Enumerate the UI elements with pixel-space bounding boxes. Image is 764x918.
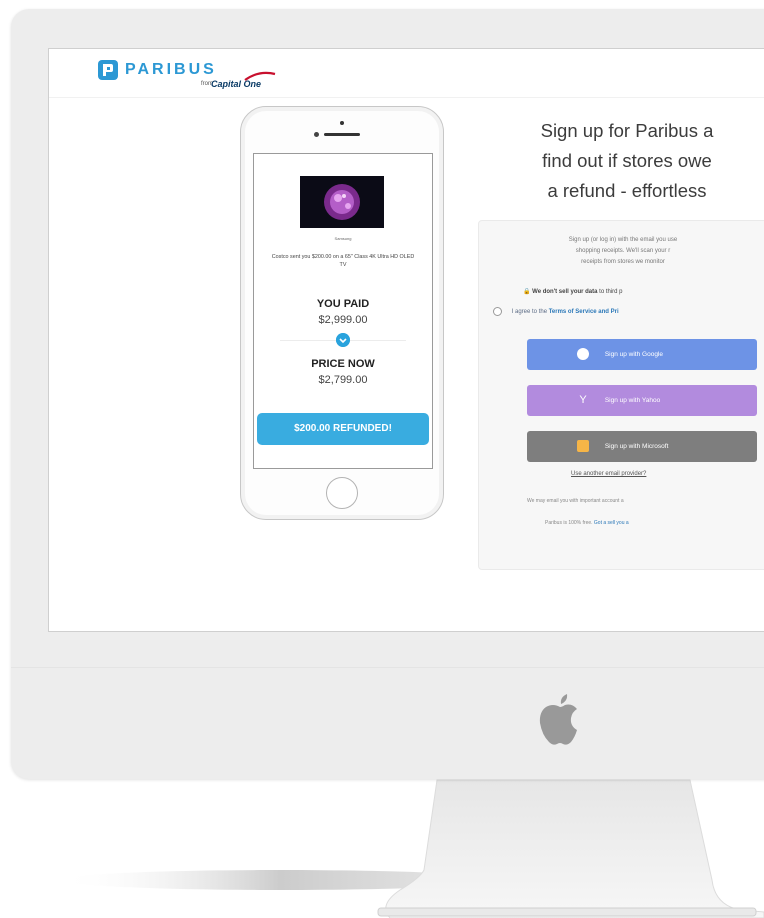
intro-line: receipts from stores we monitor	[581, 259, 665, 265]
headline-line: a refund - effortless	[547, 180, 707, 201]
imac-chin-divider	[11, 667, 764, 668]
product-caption: Samsung	[334, 236, 352, 241]
privacy-rest: to third p	[599, 289, 623, 295]
signup-panel: Sign up (or log in) with the email you u…	[478, 220, 764, 570]
apple-logo-icon	[539, 694, 577, 745]
you-paid-label: YOU PAID	[316, 298, 370, 310]
google-icon	[577, 348, 589, 361]
refunded-banner: $200.00 REFUNDED!	[257, 413, 429, 445]
paribus-logo[interactable]: PARIBUS from Capital One	[97, 59, 287, 95]
capital-one-swoosh-icon	[244, 71, 276, 81]
privacy-note: 🔒 We don't sell your data to third p	[523, 288, 623, 295]
microsoft-button-label: Sign up with Microsoft	[604, 443, 669, 450]
terms-link[interactable]: Terms of Service and Pri	[549, 309, 619, 315]
signup-intro: Sign up (or log in) with the email you u…	[493, 235, 753, 268]
paribus-logo-icon	[98, 60, 118, 80]
google-button-label: Sign up with Google	[604, 351, 663, 358]
phone-mockup: Samsung Costco sent you $200.00 on a 65"…	[240, 106, 444, 520]
other-email-link[interactable]: Use another email provider?	[571, 471, 646, 477]
google-signup-button[interactable]: Sign up with Google	[527, 339, 757, 370]
footer-link[interactable]: Got a sell you a	[594, 520, 629, 526]
tv-product-image	[300, 176, 384, 228]
microsoft-signup-button[interactable]: Sign up with Microsoft	[527, 431, 757, 462]
terms-agreement: I agree to the Terms of Service and Pri	[493, 307, 619, 316]
free-note: Paribus is 100% free.	[545, 520, 593, 526]
phone-screen: Samsung Costco sent you $200.00 on a 65"…	[253, 153, 433, 469]
refund-description: Costco sent you $200.00 on a 65" Class 4…	[271, 254, 415, 268]
privacy-bold: We don't sell your data	[532, 289, 598, 295]
brand-name: PARIBUS	[125, 61, 217, 78]
phone-camera	[340, 121, 344, 125]
headline-line: find out if stores owe	[542, 150, 712, 171]
footer-free-note: Paribus is 100% free. Got a sell you a	[545, 520, 629, 526]
intro-line: Sign up (or log in) with the email you u…	[568, 237, 678, 243]
phone-sensor	[314, 132, 319, 137]
yahoo-signup-button[interactable]: Y Sign up with Yahoo	[527, 385, 757, 416]
footer-note: We may email you with important account …	[527, 498, 624, 504]
site-header: PARIBUS from Capital One	[49, 49, 764, 98]
phone-speaker	[324, 133, 360, 136]
lock-icon: 🔒	[523, 289, 531, 295]
agree-prefix: I agree to the	[511, 309, 548, 316]
phone-home-button	[326, 477, 358, 509]
headline-line: Sign up for Paribus a	[540, 120, 714, 141]
you-paid-value: $2,999.00	[318, 314, 368, 326]
yahoo-icon: Y	[579, 394, 587, 407]
microsoft-icon	[577, 440, 589, 453]
signup-headline: Sign up for Paribus a find out if stores…	[482, 116, 764, 206]
terms-checkbox[interactable]	[493, 307, 502, 316]
price-now-value: $2,799.00	[318, 374, 368, 386]
intro-line: shopping receipts. We'll scan your r	[575, 248, 671, 254]
price-now-label: PRICE NOW	[311, 358, 375, 370]
arrow-down-icon	[336, 333, 350, 347]
yahoo-button-label: Sign up with Yahoo	[604, 397, 661, 404]
